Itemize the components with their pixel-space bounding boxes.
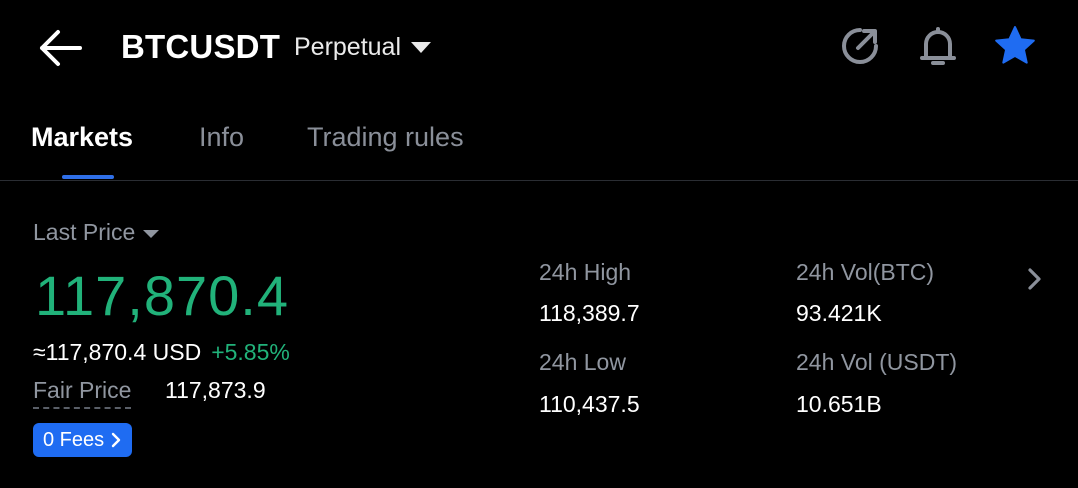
market-detail-screen: BTCUSDT Perpetual Markets Info Trading r… — [0, 0, 1078, 488]
fees-label: 0 Fees — [43, 428, 105, 451]
caret-down-icon — [411, 42, 432, 53]
back-arrow-icon[interactable] — [36, 26, 84, 70]
high-24h-value: 118,389.7 — [539, 300, 640, 326]
contract-type-dropdown[interactable]: Perpetual — [294, 33, 432, 62]
vol-usdt-value: 10.651B — [796, 391, 882, 417]
fair-price-label[interactable]: Fair Price — [33, 377, 132, 409]
symbol-title: BTCUSDT — [121, 28, 281, 65]
vol-btc-value: 93.421K — [796, 300, 882, 326]
star-icon[interactable] — [993, 24, 1037, 68]
high-24h-label: 24h High — [539, 259, 632, 285]
chevron-right-icon — [111, 432, 121, 448]
chevron-right-icon[interactable] — [1025, 265, 1045, 293]
vol-btc-label: 24h Vol(BTC) — [796, 259, 935, 285]
price-change-percent: +5.85% — [211, 339, 290, 365]
usd-equivalent-row: ≈117,870.4 USD +5.85% — [33, 339, 290, 366]
tab-info[interactable]: Info — [199, 122, 244, 153]
usd-equivalent: ≈117,870.4 USD — [33, 339, 202, 365]
last-price-label: Last Price — [33, 219, 136, 245]
active-tab-indicator — [62, 175, 114, 179]
zero-fees-badge[interactable]: 0 Fees — [33, 423, 133, 457]
low-24h-label: 24h Low — [539, 349, 626, 375]
bell-icon[interactable] — [916, 24, 960, 68]
last-price-selector[interactable]: Last Price — [33, 219, 160, 246]
vol-usdt-label: 24h Vol (USDT) — [796, 349, 958, 375]
low-24h-value: 110,437.5 — [539, 391, 640, 417]
divider — [0, 180, 1078, 181]
fair-price-value: 117,873.9 — [165, 377, 266, 403]
contract-type-label: Perpetual — [294, 33, 402, 61]
share-icon[interactable] — [838, 24, 882, 68]
tab-markets[interactable]: Markets — [31, 122, 133, 153]
tab-bar: Markets Info Trading rules — [0, 118, 1078, 182]
caret-down-icon — [143, 229, 160, 238]
tab-trading-rules[interactable]: Trading rules — [307, 122, 464, 153]
last-price-value: 117,870.4 — [35, 264, 289, 327]
